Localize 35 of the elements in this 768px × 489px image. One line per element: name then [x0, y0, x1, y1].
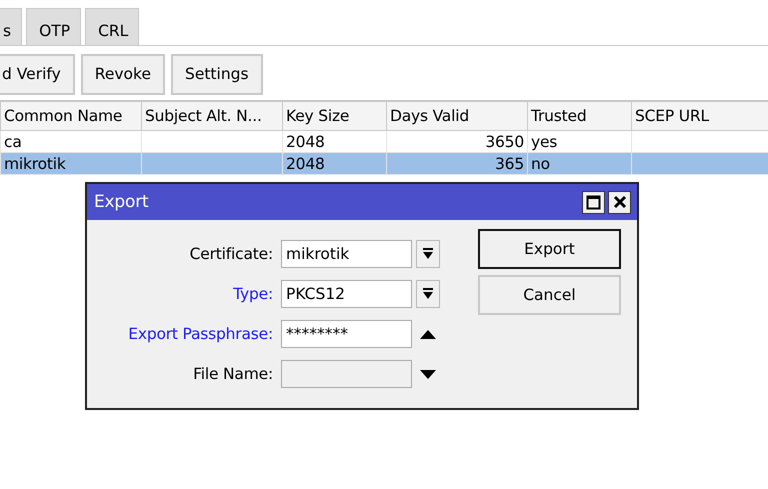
column-header[interactable]: Trusted — [528, 101, 632, 130]
dropdown-arrow-icon — [422, 287, 434, 301]
column-header[interactable]: Subject Alt. N... — [142, 101, 282, 130]
table-cell: no — [528, 152, 632, 174]
tab[interactable]: OTP — [26, 8, 82, 45]
dialog-button[interactable]: Cancel — [478, 275, 621, 315]
column-header[interactable]: SCEP URL — [632, 101, 768, 130]
field-label: Certificate: — [188, 245, 274, 263]
dialog-button[interactable]: Export — [478, 229, 621, 269]
maximize-icon — [586, 194, 601, 210]
collapse-arrow-icon[interactable] — [420, 330, 436, 338]
input-field[interactable]: PKCS12 — [281, 280, 412, 308]
close-button[interactable] — [608, 190, 631, 214]
table-cell: 365 — [386, 152, 528, 174]
toolbar-button[interactable]: d Verify — [0, 54, 75, 94]
input-field[interactable]: ******** — [281, 320, 412, 348]
column-header[interactable]: Common Name — [0, 101, 142, 130]
dropdown-arrow-icon — [422, 247, 434, 261]
tab[interactable]: CRL — [85, 8, 140, 45]
field-label: Export Passphrase: — [127, 325, 274, 343]
toolbar-button[interactable]: Revoke — [80, 54, 165, 94]
input-field[interactable]: mikrotik — [281, 240, 412, 268]
maximize-button[interactable] — [582, 190, 605, 214]
table-cell: mikrotik — [0, 152, 142, 174]
dropdown-button[interactable] — [416, 280, 440, 308]
dropdown-button[interactable] — [416, 240, 440, 268]
dialog-title: Export — [94, 192, 150, 212]
tab[interactable]: s — [0, 8, 22, 45]
toolbar-button[interactable]: Settings — [170, 54, 263, 94]
close-icon — [612, 195, 626, 209]
column-header[interactable]: Days Valid — [386, 101, 528, 130]
field-label: File Name: — [192, 365, 274, 383]
table-cell: 2048 — [282, 152, 386, 174]
field-label: Type: — [232, 285, 274, 303]
column-header[interactable]: Key Size — [282, 101, 386, 130]
